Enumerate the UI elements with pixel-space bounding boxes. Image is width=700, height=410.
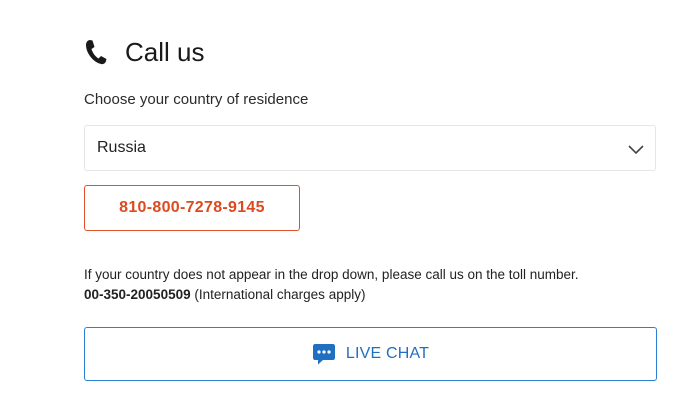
country-select-value: Russia (97, 139, 146, 156)
page-title: Call us (125, 37, 205, 67)
toll-number: 00-350-20050509 (84, 287, 191, 302)
toll-number-note: If your country does not appear in the d… (84, 265, 674, 305)
live-chat-button[interactable]: LIVE CHAT (84, 327, 657, 381)
country-prompt-label: Choose your country of residence (84, 91, 309, 108)
chevron-down-icon (627, 140, 645, 158)
phone-icon (84, 38, 108, 66)
phone-number-button[interactable]: 810-800-7278-9145 (84, 185, 300, 231)
call-us-header: Call us (84, 34, 204, 70)
live-chat-label: LIVE CHAT (345, 345, 430, 362)
toll-note-text: If your country does not appear in the d… (84, 267, 579, 282)
chat-bubble-icon (312, 342, 336, 366)
country-select[interactable]: Russia (84, 125, 656, 171)
charges-note: (International charges apply) (190, 287, 366, 302)
